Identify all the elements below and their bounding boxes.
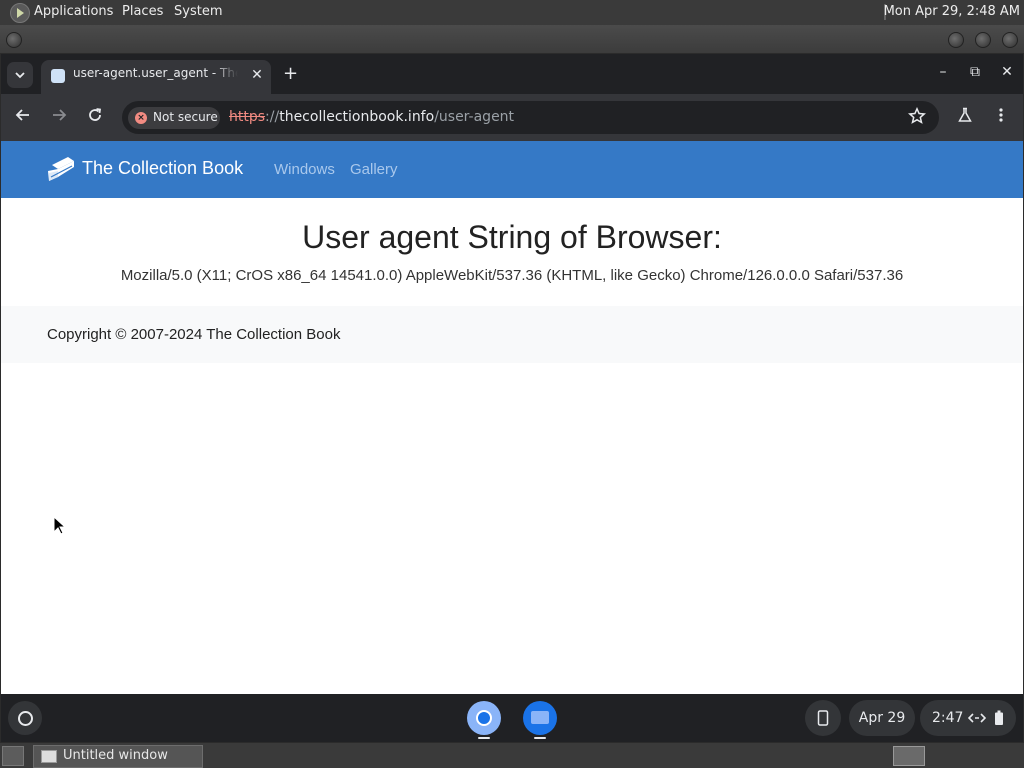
chevron-down-icon xyxy=(15,72,25,79)
browser-tab-active[interactable]: user-agent.user_agent - The Collection B… xyxy=(41,60,271,94)
network-icon xyxy=(968,713,986,723)
nav-link-gallery[interactable]: Gallery xyxy=(350,161,398,178)
os-logo-icon[interactable] xyxy=(10,3,30,23)
panel-clock[interactable]: Mon Apr 29, 2:48 AM xyxy=(884,4,1020,19)
flask-icon xyxy=(958,107,972,122)
copyright-text: Copyright © 2007-2024 The Collection Boo… xyxy=(47,326,341,343)
chrome-app-icon[interactable] xyxy=(467,701,501,735)
back-button[interactable] xyxy=(11,106,35,130)
site-brand[interactable]: The Collection Book xyxy=(82,158,243,179)
tab-title: user-agent.user_agent - The Collection B… xyxy=(73,66,238,80)
files-running-indicator xyxy=(534,737,546,739)
os-bottom-panel: Untitled window xyxy=(0,743,1024,768)
phone-hub-button[interactable] xyxy=(805,700,841,736)
forward-button[interactable] xyxy=(47,106,71,130)
tab-favicon-icon xyxy=(51,69,65,83)
window-icon xyxy=(41,750,57,763)
deco-close-button[interactable] xyxy=(1002,32,1018,48)
window-menu-button[interactable] xyxy=(6,32,22,48)
taskbar-window-button[interactable]: Untitled window xyxy=(33,745,203,768)
book-logo-icon[interactable] xyxy=(46,155,76,183)
browser-tab-strip: user-agent.user_agent - The Collection B… xyxy=(1,54,1023,94)
bookmark-star-button[interactable] xyxy=(907,106,927,127)
shelf-time: 2:47 xyxy=(932,710,964,726)
window-decoration[interactable] xyxy=(0,25,1024,53)
show-desktop-icon[interactable] xyxy=(2,746,24,766)
page-title: User agent String of Browser: xyxy=(302,219,722,255)
files-app-icon[interactable] xyxy=(523,701,557,735)
security-chip-label: Not secure xyxy=(153,110,218,124)
security-chip[interactable]: × Not secure xyxy=(128,107,220,129)
omnibox[interactable]: × Not secure https://thecollectionbook.i… xyxy=(122,101,939,134)
nav-link-windows[interactable]: Windows xyxy=(274,161,335,178)
os-top-panel: Applications Places System Mon Apr 29, 2… xyxy=(0,0,1024,25)
menu-places[interactable]: Places xyxy=(122,4,163,19)
workspace-switcher[interactable] xyxy=(893,746,925,766)
chromeos-shelf: Apr 29 2:47 xyxy=(1,694,1023,742)
not-secure-icon: × xyxy=(135,112,147,124)
url-host: thecollectionbook.info xyxy=(279,109,435,125)
browser-menu-button[interactable] xyxy=(989,106,1013,130)
reload-button[interactable] xyxy=(83,106,107,130)
labs-button[interactable] xyxy=(953,106,977,130)
phone-icon xyxy=(817,710,829,726)
menu-system[interactable]: System xyxy=(174,4,222,19)
forward-arrow-icon xyxy=(53,109,67,121)
user-agent-string: Mozilla/5.0 (X11; CrOS x86_64 14541.0.0)… xyxy=(120,267,904,284)
deco-minimize-button[interactable] xyxy=(948,32,964,48)
taskbar-window-label: Untitled window xyxy=(63,748,168,763)
star-icon xyxy=(907,106,927,124)
reload-icon xyxy=(89,108,102,121)
url-text[interactable]: https://thecollectionbook.info/user-agen… xyxy=(229,109,514,125)
site-footer: Copyright © 2007-2024 The Collection Boo… xyxy=(1,306,1023,363)
close-window-button[interactable]: ✕ xyxy=(997,64,1017,80)
kebab-menu-icon xyxy=(999,108,1003,122)
status-tray[interactable]: 2:47 xyxy=(920,700,1016,736)
mouse-cursor-icon xyxy=(53,516,67,535)
url-scheme: https xyxy=(229,109,266,125)
launcher-button[interactable] xyxy=(8,701,42,735)
tab-search-button[interactable] xyxy=(7,62,33,88)
minimize-button[interactable]: – xyxy=(933,64,953,80)
menu-applications[interactable]: Applications xyxy=(34,4,113,19)
deco-maximize-button[interactable] xyxy=(975,32,991,48)
date-tray[interactable]: Apr 29 xyxy=(849,700,915,736)
url-path: /user-agent xyxy=(434,109,515,125)
web-page: The Collection Book Windows Gallery User… xyxy=(1,141,1023,694)
back-arrow-icon xyxy=(15,109,29,121)
chrome-running-indicator xyxy=(478,737,490,739)
browser-toolbar: × Not secure https://thecollectionbook.i… xyxy=(1,94,1023,141)
url-separator: :// xyxy=(265,109,280,125)
battery-icon xyxy=(995,710,1003,725)
site-navbar: The Collection Book Windows Gallery xyxy=(1,141,1023,198)
restore-button[interactable]: ⧉ xyxy=(965,64,985,80)
tab-close-icon[interactable]: ✕ xyxy=(248,66,266,84)
new-tab-button[interactable]: + xyxy=(283,64,298,84)
